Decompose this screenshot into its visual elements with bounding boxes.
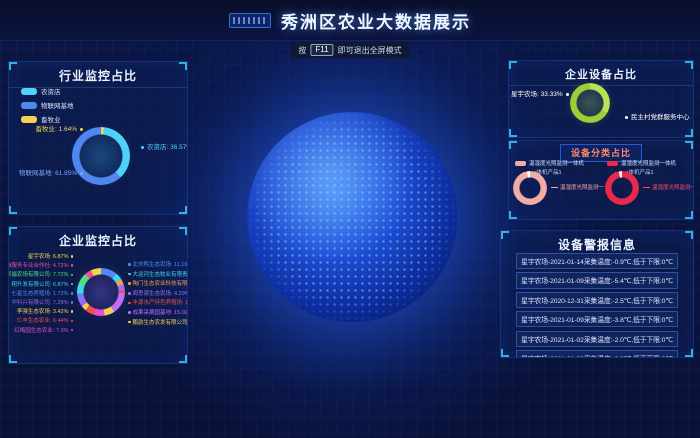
page-title: 秀洲区农业大数据展示 [281, 8, 471, 33]
alarm-row: 星宇农场-2021-01-14采集温度:-0.9℃,低于下限:0℃ [516, 253, 678, 269]
legend-item[interactable]: 农资店 [21, 86, 74, 96]
device-class-chart-right: 温湿度光照监测一体机 一体机产品1 温湿度光照监测一 [601, 157, 693, 217]
device-panel: 企业设备占比 星宇农场: 33.33% 民主村党群服务中心 [508, 60, 694, 138]
industry-panel-title: 行业监控占比 [9, 62, 187, 88]
enterprise-panel-title: 企业监控占比 [9, 227, 187, 252]
legend-item[interactable]: 温湿度光照监测一体机 [515, 159, 584, 167]
dashboard-root: 秀洲区农业大数据展示 按 F11 即可退出全屏模式 行业监控占比 农资店 物联网… [0, 0, 700, 438]
chart-callout: 红梅园生态农业: 7.3% [14, 328, 73, 334]
chart-callout: 物联网基地: 61.85% [19, 167, 83, 177]
chart-callout: 大运河生态牧业有限责任公 [128, 272, 188, 278]
globe-dot-map [247, 112, 457, 322]
enterprise-donut-chart[interactable] [77, 268, 125, 316]
alarm-row: 星宇农场-2021-01-09采集温度:-5.4℃,低于下限:0℃ [516, 272, 678, 288]
chart-callout: 家福农场有限公司: 7.72% [8, 272, 73, 278]
chart-callout: 温湿度光照监测一 [643, 183, 694, 191]
header: 秀洲区农业大数据展示 [0, 0, 700, 41]
enterprise-labels-right: 北刘鸭生态农场: 11.16% 大运河生态牧业有限责任公 陶门生态农业科技有限公… [128, 262, 188, 326]
device-donut-chart[interactable] [570, 83, 610, 123]
chart-callout: 民主村党群服务中心 [625, 111, 690, 121]
alarm-row: 星宇农场-2021-01-02采集温度:-2.0℃,低于下限:0℃ [516, 331, 678, 347]
chart-callout: 仁丰生态农业: 6.44% [17, 318, 73, 324]
legend-label: 物联网基地 [41, 100, 74, 110]
enterprise-labels-left: 星宇农场: 6.87% 秀洲服务专业合作社: 4.72% 家福农场有限公司: 7… [9, 254, 73, 334]
legend-swatch [21, 116, 37, 123]
chart-callout: 畜牧业: 1.64% [15, 123, 83, 133]
device-class-donut-left[interactable] [513, 171, 547, 205]
chart-callout: 陶门生态农业科技有限公 [128, 281, 188, 287]
alarm-row: 星宇农场-2021-01-09采集温度:-3.8℃,低于下限:0℃ [516, 311, 678, 327]
device-class-panel: 设备分类占比 温湿度光照监测一体机 一体机产品1 温湿度光照监测一 温湿度光照监… [508, 140, 694, 220]
device-class-donut-right[interactable] [605, 171, 639, 205]
alarm-panel: 设备警报信息 星宇农场-2021-01-14采集温度:-0.9℃,低于下限:0℃… [500, 230, 694, 358]
chart-callout: 星宇农场: 33.33% [511, 88, 563, 98]
device-class-chart-left: 温湿度光照监测一体机 一体机产品1 温湿度光照监测一 [509, 157, 601, 217]
enterprise-panel: 企业监控占比 星宇农场: 6.87% 秀洲服务专业合作社: 4.72% 家福农场… [8, 226, 188, 364]
chart-callout: 农资店: 36.57% [141, 141, 188, 151]
chart-callout: 北刘鸭生态农场: 11.16% [128, 262, 188, 268]
legend-label: 温湿度光照监测一体机 [621, 159, 676, 167]
chart-callout: 李强生态农场: 3.42% [17, 309, 73, 315]
legend-label: 温湿度光照监测一体机 [529, 159, 584, 167]
fullscreen-hint: 按 F11 即可退出全屏模式 [290, 42, 409, 58]
alarm-row: 星宇农场-2020-12-31采集温度:-2.5℃,低于下限:0℃ [516, 292, 678, 308]
chart-callout: 秀洲服务专业合作社: 4.72% [8, 263, 73, 269]
chart-callout: 翔升发有限公司: 6.87% [11, 282, 73, 288]
alarm-row: 星宇农场-2021-01-09采集温度:-0.9℃,低于下限:0℃ [516, 350, 678, 358]
hint-suffix: 即可退出全屏模式 [338, 45, 402, 56]
legend-swatch [21, 88, 37, 95]
chart-callout: 温湿度光照监测一 [551, 183, 604, 191]
legend-item[interactable]: 物联网基地 [21, 100, 74, 110]
globe-visualization [247, 112, 457, 322]
legend-swatch [515, 161, 526, 166]
hint-prefix: 按 [298, 45, 306, 56]
industry-legend: 农资店 物联网基地 畜牧业 [21, 86, 74, 124]
industry-panel: 行业监控占比 农资店 物联网基地 畜牧业 畜牧业: 1.64% [8, 61, 188, 215]
f11-key: F11 [310, 44, 333, 56]
chart-callout: 星宇农场: 6.87% [28, 254, 73, 260]
chart-callout: 七星生态养殖场: 1.72% [11, 291, 73, 297]
legend-swatch [21, 102, 37, 109]
chart-callout: 丰源水产特色养殖场: 1. [128, 300, 188, 306]
chart-callout: 成果采摘园基地: 15.02% [128, 310, 188, 316]
chart-callout: 中科兴有限公司: 7.29% [11, 300, 73, 306]
chart-callout: 周思源生态农场: 4.29% [128, 291, 188, 297]
legend-swatch [607, 161, 618, 166]
legend-label: 农资店 [41, 86, 61, 96]
logo-badge [229, 13, 271, 28]
alarm-list: 星宇农场-2021-01-14采集温度:-0.9℃,低于下限:0℃ 星宇农场-2… [516, 253, 678, 358]
chart-callout: 鹏韵生态农发有限公司: 6.87% [128, 320, 188, 326]
legend-item[interactable]: 温湿度光照监测一体机 [607, 159, 676, 167]
